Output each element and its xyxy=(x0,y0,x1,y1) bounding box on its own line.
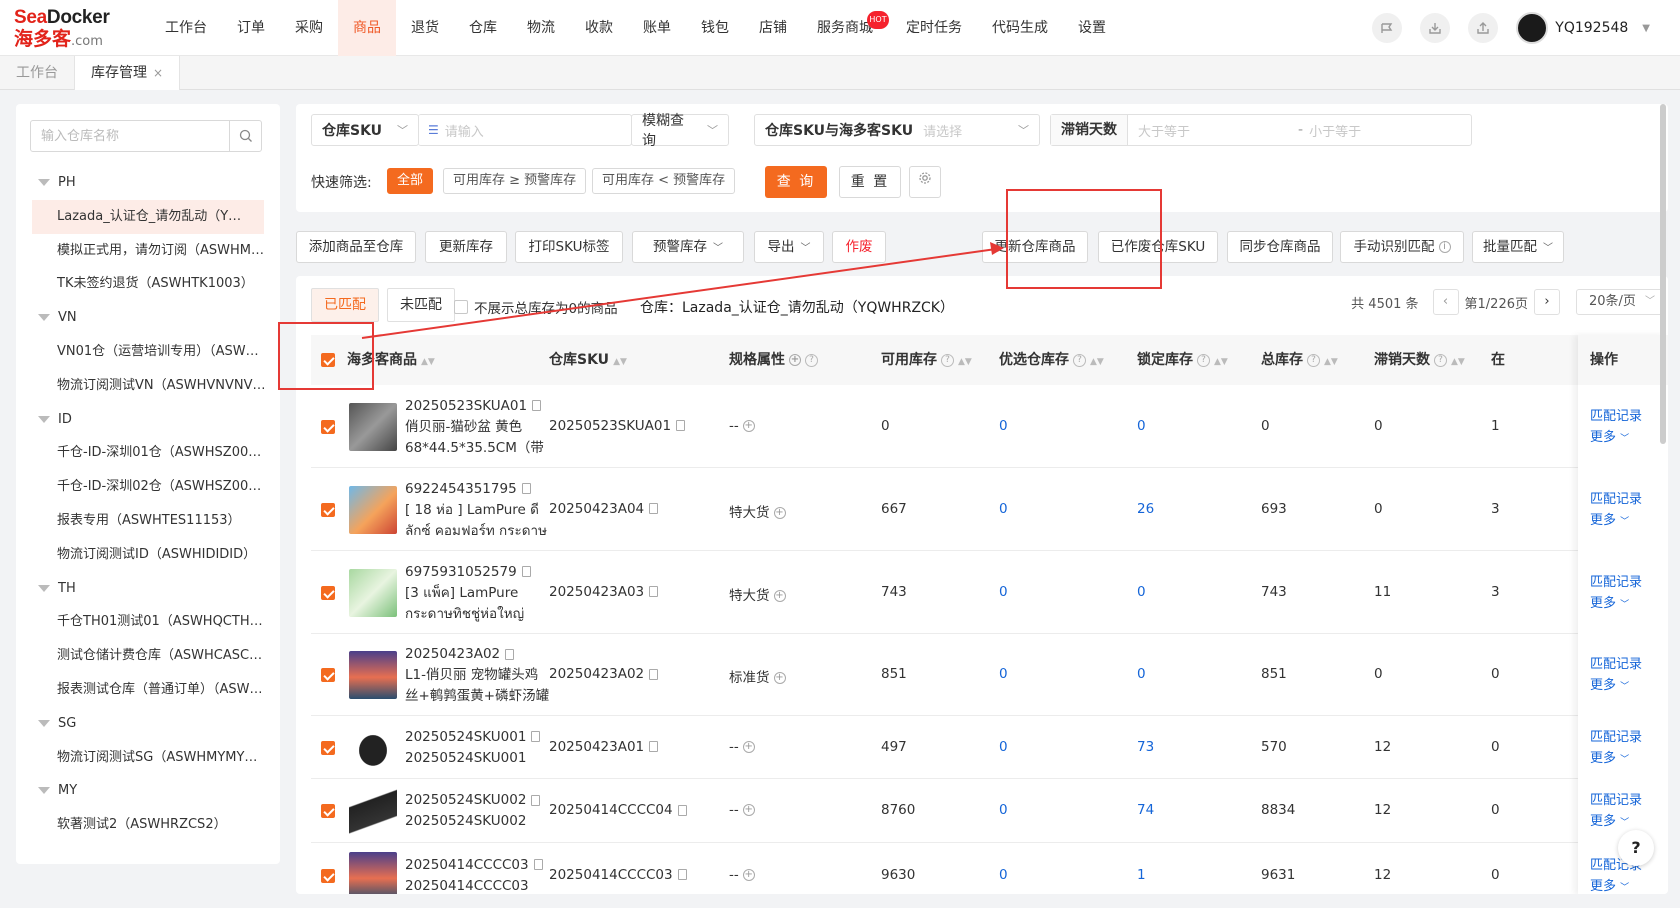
annotation-arrow xyxy=(361,242,1004,339)
